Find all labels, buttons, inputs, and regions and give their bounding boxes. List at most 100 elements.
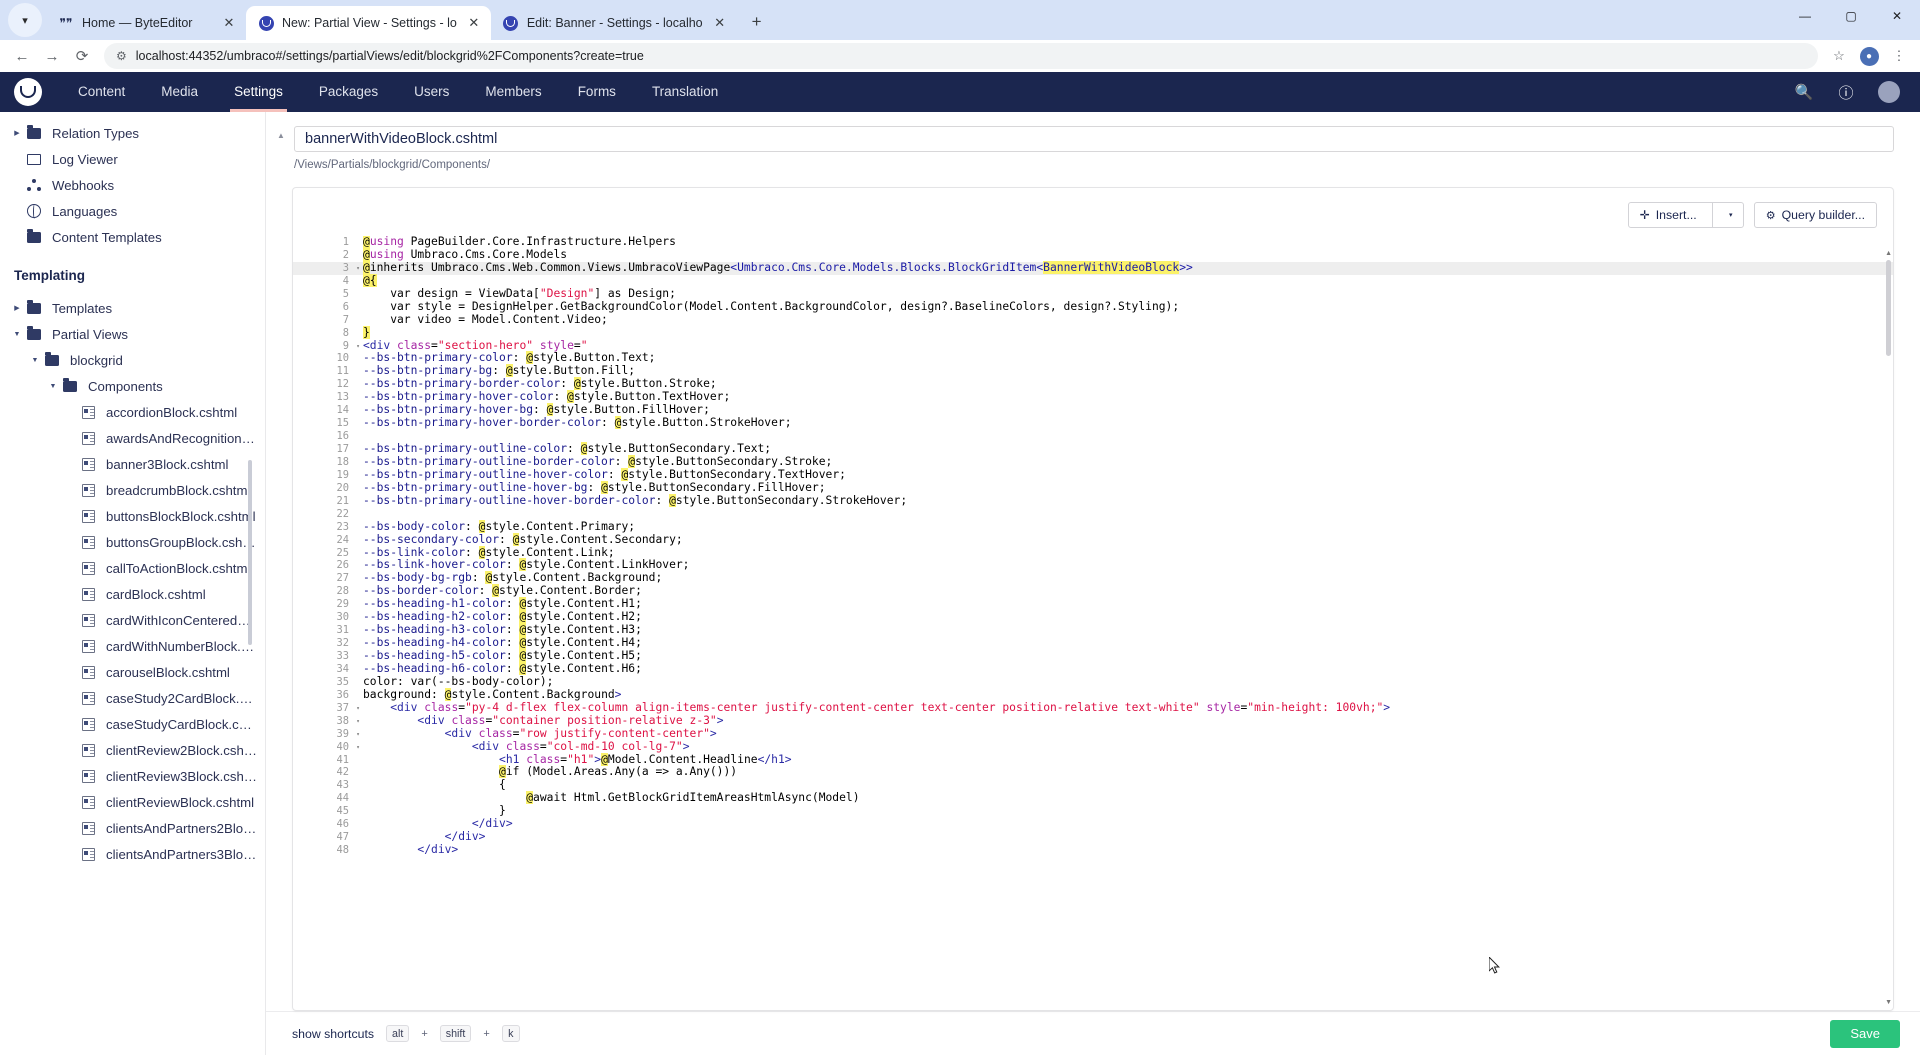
tree-item-tree-0[interactable]: ▶Templates (0, 295, 265, 321)
tree-item-top-0[interactable]: ▶Relation Types (0, 120, 265, 146)
code-fold-toggle[interactable]: ▾ (353, 702, 363, 715)
tree-item-tree-13[interactable]: ▶cardWithNumberBlock.cs... (0, 633, 265, 659)
tree-item-tree-4[interactable]: ▶accordionBlock.cshtml (0, 399, 265, 425)
section-media[interactable]: Media (143, 72, 216, 112)
code-fold-toggle[interactable]: ▾ (353, 715, 363, 728)
section-users[interactable]: Users (396, 72, 467, 112)
tab-search-chevron-icon[interactable]: ▾ (8, 3, 42, 37)
code-line[interactable]: 44 @await Html.GetBlockGridItemAreasHtml… (293, 792, 1893, 805)
tree-item-tree-2[interactable]: ▼blockgrid (0, 347, 265, 373)
code-line[interactable]: 21--bs-btn-primary-outline-hover-border-… (293, 495, 1893, 508)
code-line[interactable]: 22 (293, 508, 1893, 521)
section-settings[interactable]: Settings (216, 72, 301, 112)
caret-expanded-icon[interactable]: ▼ (10, 331, 24, 338)
code-line[interactable]: 33--bs-heading-h5-color: @style.Content.… (293, 650, 1893, 663)
tree-item-tree-21[interactable]: ▶clientsAndPartners3Block.... (0, 841, 265, 867)
code-fold-toggle[interactable]: ▾ (353, 741, 363, 754)
browser-menu-icon[interactable]: ⋮ (1886, 43, 1912, 69)
code-line[interactable]: 7 var video = Model.Content.Video; (293, 314, 1893, 327)
site-settings-icon[interactable]: ⚙ (116, 49, 127, 63)
tree-item-tree-5[interactable]: ▶awardsAndRecognitionBlo... (0, 425, 265, 451)
code-line[interactable]: 46 </div> (293, 818, 1893, 831)
section-packages[interactable]: Packages (301, 72, 396, 112)
code-line[interactable]: 35color: var(--bs-body-color); (293, 676, 1893, 689)
insert-button[interactable]: ✛ Insert... ▾ (1628, 202, 1744, 228)
scroll-up-icon[interactable]: ▲ (274, 131, 288, 147)
close-window-button[interactable]: ✕ (1874, 0, 1920, 31)
caret-expanded-icon[interactable]: ▼ (46, 383, 60, 390)
forward-icon[interactable]: → (38, 42, 66, 70)
tree-item-tree-7[interactable]: ▶breadcrumbBlock.cshtml (0, 477, 265, 503)
browser-tab-1[interactable]: New: Partial View - Settings - lo ✕ (246, 6, 491, 40)
browser-tab-2[interactable]: Edit: Banner - Settings - localho ✕ (491, 6, 737, 40)
reload-icon[interactable]: ⟳ (68, 42, 96, 70)
show-shortcuts-label[interactable]: show shortcuts (292, 1027, 374, 1041)
code-scroll-region[interactable]: 1@using PageBuilder.Core.Infrastructure.… (293, 236, 1893, 1010)
sidebar-scrollbar[interactable] (248, 460, 252, 645)
minimize-button[interactable]: — (1782, 0, 1828, 31)
chevron-down-icon[interactable]: ▾ (1719, 211, 1743, 219)
tree-item-tree-11[interactable]: ▶cardBlock.cshtml (0, 581, 265, 607)
tree-item-tree-20[interactable]: ▶clientsAndPartners2Block.... (0, 815, 265, 841)
caret-collapsed-icon[interactable]: ▶ (10, 129, 24, 137)
tree-item-tree-18[interactable]: ▶clientReview3Block.cshtml (0, 763, 265, 789)
code-scroll-up-icon[interactable]: ▲ (1885, 250, 1892, 257)
tree-item-top-2[interactable]: ▶Webhooks (0, 172, 265, 198)
tree-item-tree-9[interactable]: ▶buttonsGroupBlock.cshtml (0, 529, 265, 555)
tree-item-top-1[interactable]: ▶Log Viewer (0, 146, 265, 172)
section-translation[interactable]: Translation (634, 72, 736, 112)
caret-collapsed-icon[interactable]: ▶ (10, 304, 24, 312)
code-line[interactable]: 3▾@inherits Umbraco.Cms.Web.Common.Views… (293, 262, 1893, 275)
code-line[interactable]: 23--bs-body-color: @style.Content.Primar… (293, 521, 1893, 534)
tree-item-tree-15[interactable]: ▶caseStudy2CardBlock.csht... (0, 685, 265, 711)
code-line[interactable]: 2@using Umbraco.Cms.Core.Models (293, 249, 1893, 262)
tree-item-top-4[interactable]: ▶Content Templates (0, 224, 265, 250)
code-line[interactable]: 34--bs-heading-h6-color: @style.Content.… (293, 663, 1893, 676)
tree-item-tree-14[interactable]: ▶carouselBlock.cshtml (0, 659, 265, 685)
code-scroll-down-icon[interactable]: ▼ (1885, 999, 1892, 1006)
tree-item-tree-8[interactable]: ▶buttonsBlockBlock.cshtml (0, 503, 265, 529)
filename-input[interactable] (294, 126, 1894, 152)
section-content[interactable]: Content (60, 72, 143, 112)
code-line[interactable]: 48 </div> (293, 844, 1893, 857)
save-button[interactable]: Save (1830, 1020, 1900, 1048)
code-line[interactable]: 47 </div> (293, 831, 1893, 844)
code-line[interactable]: 6 var style = DesignHelper.GetBackground… (293, 301, 1893, 314)
profile-icon[interactable]: ● (1856, 43, 1882, 69)
caret-expanded-icon[interactable]: ▼ (28, 357, 42, 364)
code-line[interactable]: 42 @if (Model.Areas.Any(a => a.Any())) (293, 766, 1893, 779)
close-icon[interactable]: ✕ (465, 14, 483, 32)
code-line[interactable]: 15--bs-btn-primary-hover-border-color: @… (293, 417, 1893, 430)
address-input[interactable]: ⚙ localhost:44352/umbraco#/settings/part… (104, 43, 1818, 69)
close-icon[interactable]: ✕ (711, 14, 729, 32)
maximize-button[interactable]: ▢ (1828, 0, 1874, 31)
tree-item-tree-16[interactable]: ▶caseStudyCardBlock.cshtml (0, 711, 265, 737)
new-tab-button[interactable]: + (743, 8, 771, 36)
tree-item-top-3[interactable]: ▶Languages (0, 198, 265, 224)
bookmark-star-icon[interactable]: ☆ (1826, 43, 1852, 69)
tree-item-tree-3[interactable]: ▼Components (0, 373, 265, 399)
section-forms[interactable]: Forms (560, 72, 634, 112)
code-line[interactable]: 4@{ (293, 275, 1893, 288)
tree-item-tree-19[interactable]: ▶clientReviewBlock.cshtml (0, 789, 265, 815)
umbraco-logo-icon[interactable] (14, 78, 42, 106)
help-icon[interactable]: ⓘ (1836, 82, 1856, 103)
tree-item-tree-10[interactable]: ▶callToActionBlock.cshtml (0, 555, 265, 581)
search-icon[interactable]: 🔍 (1794, 83, 1814, 101)
code-line[interactable]: 24--bs-secondary-color: @style.Content.S… (293, 534, 1893, 547)
tree-item-tree-6[interactable]: ▶banner3Block.cshtml (0, 451, 265, 477)
tree-item-tree-12[interactable]: ▶cardWithIconCenteredBlo... (0, 607, 265, 633)
code-fold-toggle[interactable]: ▾ (353, 262, 363, 275)
section-members[interactable]: Members (467, 72, 559, 112)
tree-item-tree-17[interactable]: ▶clientReview2Block.cshtml (0, 737, 265, 763)
query-builder-button[interactable]: ⚙ Query builder... (1754, 202, 1877, 228)
code-fold-toggle[interactable]: ▾ (353, 728, 363, 741)
code-area[interactable]: 1@using PageBuilder.Core.Infrastructure.… (293, 236, 1893, 1010)
code-line[interactable]: 1@using PageBuilder.Core.Infrastructure.… (293, 236, 1893, 249)
back-icon[interactable]: ← (8, 42, 36, 70)
tree-item-tree-1[interactable]: ▼Partial Views (0, 321, 265, 347)
code-fold-toggle[interactable]: ▾ (353, 340, 363, 353)
browser-tab-0[interactable]: ❞❞ Home — ByteEditor ✕ (46, 6, 246, 40)
close-icon[interactable]: ✕ (220, 14, 238, 32)
code-line[interactable]: 45 } (293, 805, 1893, 818)
